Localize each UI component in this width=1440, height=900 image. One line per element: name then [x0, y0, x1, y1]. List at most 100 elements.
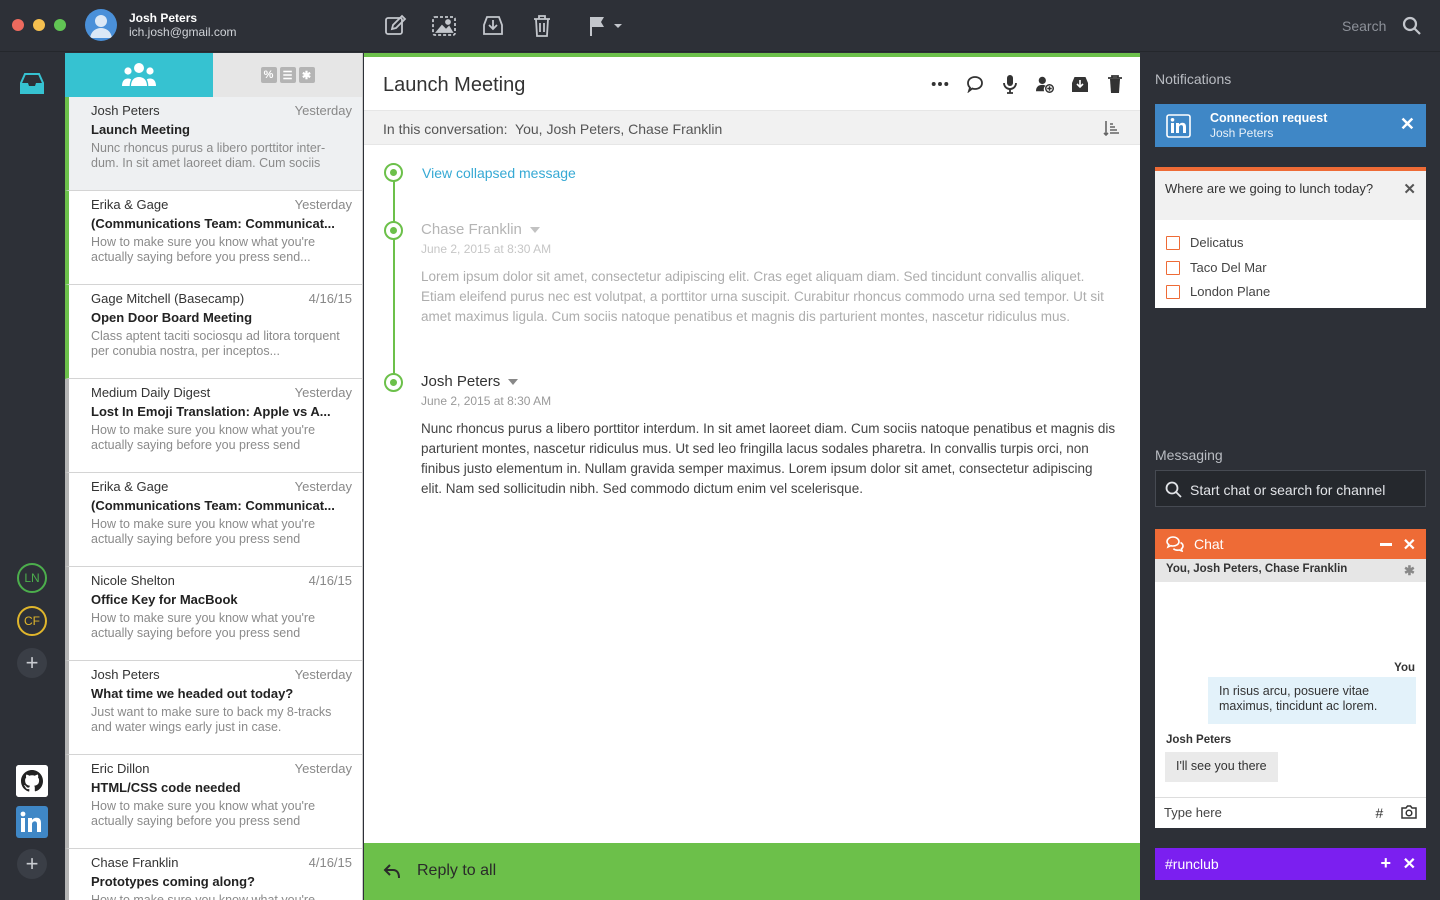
- checkbox[interactable]: [1166, 284, 1180, 299]
- checkbox[interactable]: [1166, 260, 1180, 275]
- chevron-down-icon[interactable]: [529, 227, 540, 234]
- connection-request-title: Connection request: [1210, 111, 1328, 125]
- close-icon[interactable]: ✕: [1403, 180, 1416, 198]
- checkbox[interactable]: [1166, 235, 1180, 250]
- list-item[interactable]: Eric Dillon Yesterday HTML/CSS code needed…: [65, 755, 362, 849]
- microphone-icon[interactable]: [1001, 74, 1019, 94]
- list-item-subject: (Communications Team: Communicat...: [91, 216, 335, 231]
- poll-option-label: Taco Del Mar: [1190, 260, 1267, 275]
- linkedin-icon[interactable]: [16, 806, 48, 838]
- camera-icon[interactable]: [1401, 805, 1417, 819]
- poll-option[interactable]: Delicatus: [1166, 235, 1243, 250]
- channel-runclub[interactable]: #runclub + ✕: [1155, 848, 1426, 880]
- account-avatar[interactable]: [85, 9, 117, 41]
- list-item[interactable]: Nicole Shelton 4/16/15 Office Key for MacB…: [65, 567, 362, 661]
- archive-icon[interactable]: [1071, 74, 1089, 94]
- left-rail: LN CF + +: [0, 53, 65, 900]
- view-collapsed-link[interactable]: View collapsed message: [422, 165, 576, 181]
- sender-label-you: You: [1394, 662, 1415, 674]
- list-item-date: 4/16/15: [308, 855, 352, 870]
- channel-search-input[interactable]: Start chat or search for channel: [1155, 470, 1426, 507]
- tab-filters[interactable]: % ☰ ✱: [213, 53, 362, 97]
- compose-icon[interactable]: [382, 13, 408, 39]
- list-item[interactable]: Medium Daily Digest Yesterday Lost In Emoj…: [65, 379, 362, 473]
- list-item-date: Yesterday: [294, 667, 352, 682]
- connection-request-card[interactable]: Connection request Josh Peters ✕: [1155, 104, 1426, 147]
- account-email: ich.josh@gmail.com: [129, 25, 237, 39]
- search-icon[interactable]: [1402, 16, 1422, 36]
- search-label[interactable]: Search: [1342, 18, 1386, 34]
- close-icon[interactable]: ✕: [1403, 535, 1416, 555]
- image-icon[interactable]: [431, 13, 457, 39]
- chat-input[interactable]: Type here #: [1155, 797, 1426, 828]
- chat-bubble-other: I'll see you there: [1165, 752, 1278, 782]
- contact-avatar-ln[interactable]: LN: [17, 563, 47, 593]
- list-item-preview: How to make sure you know what you're ac…: [91, 423, 316, 452]
- list-item-preview: How to make sure you know what you're ac…: [91, 517, 316, 546]
- list-item[interactable]: Erika & Gage Yesterday (Communications Tea…: [65, 191, 362, 285]
- chat-title: Chat: [1194, 536, 1224, 552]
- message-body: Nunc rhoncus purus a libero porttitor in…: [421, 421, 1116, 496]
- poll-option[interactable]: Taco Del Mar: [1166, 260, 1267, 275]
- archive-download-icon[interactable]: [480, 13, 506, 39]
- linkedin-icon: [1166, 114, 1191, 138]
- asterisk-icon[interactable]: ✱: [298, 67, 315, 83]
- window-zoom-button[interactable]: [54, 19, 66, 31]
- minimize-icon[interactable]: [1380, 543, 1392, 546]
- channel-search-placeholder: Start chat or search for channel: [1190, 482, 1386, 498]
- chat-input-placeholder: Type here: [1164, 805, 1222, 820]
- notifications-title: Notifications: [1155, 71, 1232, 87]
- plus-icon[interactable]: +: [1380, 853, 1391, 874]
- trash-icon[interactable]: [529, 13, 555, 39]
- conversation-accent-line: [364, 53, 1140, 57]
- gear-icon[interactable]: ✱: [1404, 563, 1418, 578]
- list-item-preview: Class aptent taciti sociosqu ad litora t…: [91, 329, 340, 358]
- people-icon: [122, 63, 156, 86]
- newsletter-icon[interactable]: ☰: [279, 67, 296, 83]
- chat-header[interactable]: Chat ✕: [1155, 529, 1426, 559]
- list-item-preview: How to make sure you know what you're ac…: [91, 235, 316, 264]
- right-panel: Notifications Connection request Josh Pe…: [1141, 53, 1440, 900]
- percent-icon[interactable]: %: [260, 67, 277, 83]
- list-item[interactable]: Josh Peters Yesterday What time we headed …: [65, 661, 362, 755]
- comment-icon[interactable]: [966, 74, 984, 94]
- chevron-down-icon[interactable]: [508, 379, 519, 386]
- list-item-date: Yesterday: [294, 385, 352, 400]
- list-item[interactable]: Chase Franklin 4/16/15 Prototypes coming a…: [65, 849, 362, 900]
- poll-option[interactable]: London Plane: [1166, 284, 1270, 299]
- window-close-button[interactable]: [12, 19, 24, 31]
- more-icon[interactable]: [931, 74, 949, 94]
- message-sender[interactable]: Chase Franklin: [421, 221, 540, 238]
- participants-bar: In this conversation: You, Josh Peters, …: [364, 110, 1140, 145]
- window-minimize-button[interactable]: [33, 19, 45, 31]
- list-item-subject: Prototypes coming along?: [91, 874, 255, 889]
- github-icon[interactable]: [16, 765, 48, 797]
- chat-bubble-you: In risus arcu, posuere vitae maximus, ti…: [1208, 677, 1416, 724]
- conversation-title: Launch Meeting: [383, 74, 526, 96]
- sort-icon[interactable]: [1103, 120, 1119, 137]
- list-item[interactable]: Josh Peters Yesterday Launch Meeting Nunc r…: [65, 97, 362, 191]
- message-sender[interactable]: Josh Peters: [421, 373, 519, 390]
- add-app-button[interactable]: +: [17, 849, 47, 879]
- add-contact-button[interactable]: +: [17, 648, 47, 678]
- chat-participants: You, Josh Peters, Chase Franklin ✱: [1155, 559, 1426, 582]
- list-item-subject: HTML/CSS code needed: [91, 780, 241, 795]
- hashtag-icon[interactable]: #: [1375, 805, 1383, 821]
- search-icon: [1165, 481, 1182, 498]
- list-item[interactable]: Erika & Gage Yesterday (Communications Tea…: [65, 473, 362, 567]
- flag-icon[interactable]: [586, 13, 626, 39]
- list-item-subject: Launch Meeting: [91, 122, 190, 137]
- add-person-icon[interactable]: [1036, 74, 1054, 94]
- contact-avatar-cf[interactable]: CF: [17, 606, 47, 636]
- list-item[interactable]: Gage Mitchell (Basecamp) 4/16/15 Open Door…: [65, 285, 362, 379]
- reply-all-label: Reply to all: [417, 862, 497, 879]
- close-icon[interactable]: ✕: [1403, 854, 1416, 874]
- tab-people[interactable]: [65, 53, 213, 97]
- reply-all-button[interactable]: Reply to all: [364, 843, 1140, 900]
- close-icon[interactable]: ✕: [1400, 115, 1415, 133]
- poll-option-label: Delicatus: [1190, 235, 1244, 250]
- trash-icon[interactable]: [1106, 74, 1124, 94]
- inbox-icon[interactable]: [19, 71, 45, 95]
- participants-text: In this conversation: You, Josh Peters, …: [383, 121, 722, 137]
- list-item-date: Yesterday: [294, 103, 352, 118]
